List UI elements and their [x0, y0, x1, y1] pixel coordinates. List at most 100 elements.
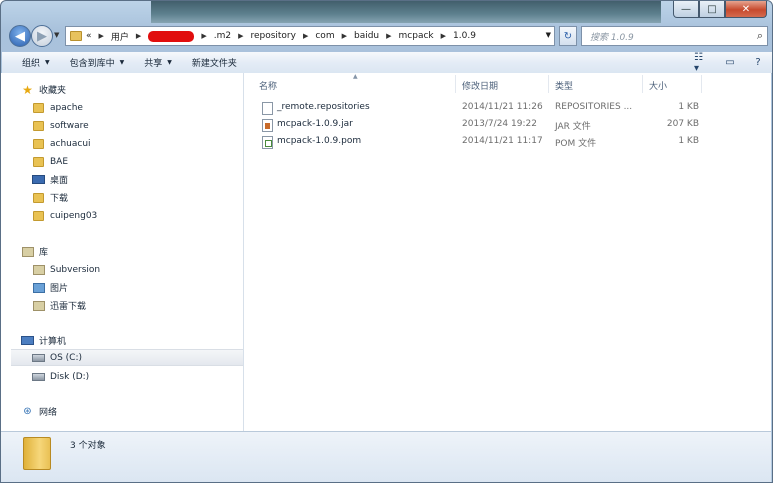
column-size[interactable]: 大小	[649, 79, 667, 92]
sidebar-item-thunder-downloads[interactable]: 迅雷下载	[32, 297, 243, 314]
share-label: 共享	[144, 59, 163, 69]
address-bar[interactable]: « ▶ 用户 ▶ ▶ .m2 ▶ repository ▶ com ▶ baid…	[65, 26, 555, 46]
sidebar-network[interactable]: ⊛ 网络	[21, 403, 243, 420]
sidebar-item-desktop[interactable]: 桌面	[32, 171, 243, 188]
breadcrumb-m2[interactable]: .m2	[214, 31, 231, 41]
help-button[interactable]: ?	[750, 55, 766, 70]
new-folder-button[interactable]: 新建文件夹	[192, 56, 237, 69]
breadcrumb-baidu[interactable]: baidu	[354, 31, 379, 41]
chevron-right-icon[interactable]: ▶	[136, 32, 141, 40]
computer-icon	[21, 336, 34, 345]
navigation-pane[interactable]: ★ 收藏夹 apache software achuacui BAE 桌面 下载 …	[1, 73, 244, 431]
navigation-bar: ◀ ▶ ▼ « ▶ 用户 ▶ ▶ .m2 ▶ repository ▶ com …	[7, 25, 768, 47]
sidebar-item-label: apache	[50, 102, 83, 113]
chevron-right-icon[interactable]: ▶	[238, 32, 243, 40]
preview-pane-icon: ▭	[725, 57, 735, 68]
file-size: 1 KB	[678, 102, 699, 112]
organize-menu[interactable]: 组织 ▼	[22, 56, 50, 69]
chevron-right-icon[interactable]: ▶	[201, 32, 206, 40]
file-modified: 2014/11/21 11:17	[462, 136, 543, 146]
table-row[interactable]: _remote.repositories 2014/11/21 11:26 RE…	[245, 100, 771, 116]
sidebar-computer[interactable]: 计算机	[21, 332, 243, 349]
file-name: mcpack-1.0.9.jar	[277, 119, 353, 129]
include-library-menu[interactable]: 包含到库中 ▼	[70, 56, 125, 69]
close-button[interactable]: ✕	[725, 1, 767, 18]
view-options-button[interactable]: ☷ ▾	[694, 52, 710, 74]
sidebar-item-label: 图片	[50, 284, 69, 294]
breadcrumb: « ▶ 用户 ▶ ▶ .m2 ▶ repository ▶ com ▶ baid…	[86, 30, 476, 43]
column-modified[interactable]: 修改日期	[462, 79, 498, 92]
include-library-label: 包含到库中	[69, 59, 115, 69]
command-bar: 组织 ▼ 包含到库中 ▼ 共享 ▼ 新建文件夹 ☷ ▾ ▭ ?	[2, 52, 772, 74]
file-icon	[262, 102, 273, 115]
sidebar-item-achuacui[interactable]: achuacui	[32, 135, 243, 152]
sidebar-item-drive-d[interactable]: Disk (D:)	[32, 368, 243, 385]
file-modified: 2013/7/24 19:22	[462, 119, 537, 129]
back-button[interactable]: ◀	[9, 25, 31, 47]
sidebar-item-drive-c[interactable]: OS (C:)	[11, 349, 243, 366]
chevron-right-icon[interactable]: ▶	[99, 32, 104, 40]
search-input[interactable]: 搜索 1.0.9 ⌕	[581, 26, 768, 46]
file-name: mcpack-1.0.9.pom	[277, 136, 362, 146]
table-row[interactable]: mcpack-1.0.9.pom 2014/11/21 11:17 POM 文件…	[245, 134, 771, 150]
breadcrumb-repository[interactable]: repository	[250, 31, 296, 41]
breadcrumb-users[interactable]: 用户	[111, 30, 129, 43]
sort-ascending-icon: ▲	[353, 73, 358, 80]
sidebar-item-downloads[interactable]: 下载	[32, 189, 243, 206]
minimize-button[interactable]: —	[673, 1, 699, 18]
breadcrumb-com[interactable]: com	[315, 31, 334, 41]
forward-button[interactable]: ▶	[31, 25, 53, 47]
back-arrow-icon: ◀	[15, 28, 25, 44]
chevron-right-icon[interactable]: ▶	[342, 32, 347, 40]
details-pane: 3 个对象	[1, 431, 771, 482]
column-divider[interactable]	[642, 75, 643, 93]
sidebar-item-label: 库	[39, 248, 49, 258]
sidebar-item-subversion[interactable]: Subversion	[32, 261, 243, 278]
sidebar-favorites[interactable]: ★ 收藏夹	[21, 81, 243, 98]
recent-pages-dropdown[interactable]: ▼	[54, 31, 59, 39]
file-type: POM 文件	[555, 139, 597, 149]
sidebar-item-label: Subversion	[50, 264, 101, 275]
column-divider[interactable]	[548, 75, 549, 93]
sidebar-item-label: software	[50, 120, 89, 131]
column-divider[interactable]	[455, 75, 456, 93]
address-dropdown-icon[interactable]: ▼	[546, 31, 551, 39]
column-divider[interactable]	[701, 75, 702, 93]
file-list[interactable]: ▲ 名称 修改日期 类型 大小 _remote.repositories 201…	[245, 73, 771, 431]
search-icon[interactable]: ⌕	[757, 29, 763, 43]
table-row[interactable]: mcpack-1.0.9.jar 2013/7/24 19:22 JAR 文件 …	[245, 117, 771, 133]
preview-pane-button[interactable]: ▭	[722, 55, 738, 70]
sidebar-item-apache[interactable]: apache	[32, 99, 243, 116]
sidebar-item-software[interactable]: software	[32, 117, 243, 134]
sidebar-libraries[interactable]: 库	[21, 243, 243, 260]
chevron-right-icon[interactable]: ▶	[303, 32, 308, 40]
chevron-down-icon: ▼	[167, 59, 172, 66]
chevron-right-icon[interactable]: ▶	[441, 32, 446, 40]
column-type[interactable]: 类型	[555, 79, 573, 92]
breadcrumb-overflow[interactable]: «	[86, 31, 92, 41]
refresh-button[interactable]: ↻	[559, 26, 577, 46]
content-area: ★ 收藏夹 apache software achuacui BAE 桌面 下载 …	[1, 73, 771, 431]
column-name[interactable]: 名称	[259, 79, 277, 92]
refresh-icon: ↻	[563, 30, 573, 42]
breadcrumb-version[interactable]: 1.0.9	[453, 31, 476, 41]
chevron-down-icon: ▼	[119, 59, 125, 66]
redacted-username	[148, 30, 195, 42]
network-icon: ⊛	[23, 406, 32, 417]
jar-file-icon	[262, 119, 273, 132]
chevron-down-icon: ▼	[45, 59, 50, 66]
chevron-right-icon[interactable]: ▶	[386, 32, 391, 40]
drive-icon	[32, 353, 45, 362]
file-size: 1 KB	[678, 136, 699, 146]
forward-arrow-icon: ▶	[37, 28, 47, 44]
sidebar-item-pictures[interactable]: 图片	[32, 279, 243, 296]
folder-icon	[33, 156, 44, 167]
sidebar-item-cuipeng03[interactable]: cuipeng03	[32, 207, 243, 224]
desktop-icon	[32, 175, 45, 184]
sidebar-item-label: 下载	[50, 194, 69, 204]
sidebar-item-label: 桌面	[50, 176, 69, 186]
maximize-button[interactable]: □	[699, 1, 725, 18]
breadcrumb-mcpack[interactable]: mcpack	[399, 31, 434, 41]
sidebar-item-bae[interactable]: BAE	[32, 153, 243, 170]
share-menu[interactable]: 共享 ▼	[144, 56, 172, 69]
